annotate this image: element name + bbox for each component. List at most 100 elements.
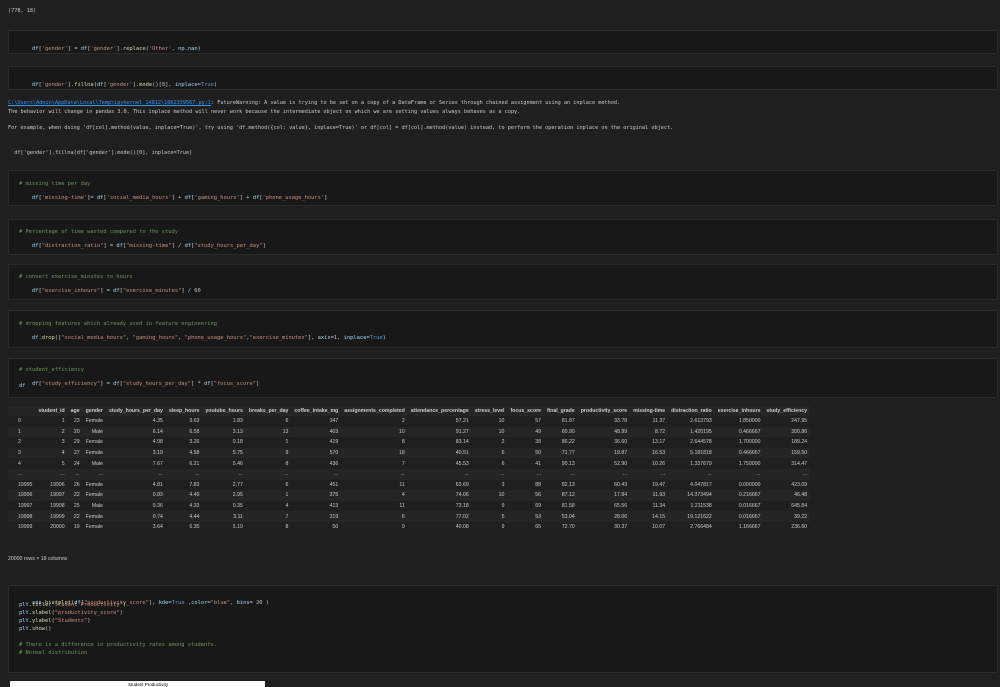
table-row: 19999 20000 19 Female 3.64 6.35 5.19 8 50 9 40.08 9… xyxy=(8,522,810,533)
table-cell: 1 xyxy=(245,490,292,501)
code-cell-gender-fillna[interactable]: df['gender'].fillna(df['gender'].mode()[… xyxy=(8,66,998,90)
table-cell: Female xyxy=(82,511,106,522)
table-cell: 9 xyxy=(245,447,292,459)
table-cell: 6 xyxy=(285,418,289,425)
table-cell: 40.08 xyxy=(455,524,469,531)
comment-missing-time: # missing time per day xyxy=(19,181,91,187)
table-cell: 419 xyxy=(329,439,339,446)
row-index: 4 xyxy=(18,460,21,467)
warning-file-link[interactable]: C:\Users\Admin\AppData\Local\Temp\ipyker… xyxy=(8,100,211,106)
table-cell: 0.466667 xyxy=(714,426,764,438)
table-cell: Female xyxy=(85,418,103,425)
column-header: gender xyxy=(82,406,106,416)
table-cell: 11.37 xyxy=(652,418,666,425)
row-index: 3 xyxy=(8,447,36,459)
table-row: ........................................… xyxy=(8,468,811,480)
table-cell: 65.56 xyxy=(614,503,628,510)
code-cell-drop[interactable]: # dropping features which already used i… xyxy=(8,310,998,348)
table-cell: 6 xyxy=(501,460,505,467)
table-cell: 82.13 xyxy=(561,481,575,488)
table-cell: 0.35 xyxy=(232,503,243,510)
table-row: 19998 19999 22 Female 0.74 4.44 3.11 7 319 6 77.02… xyxy=(8,511,811,522)
table-cell: 300.86 xyxy=(763,426,811,438)
table-cell: 11.93 xyxy=(630,490,669,501)
code-cell-missing-time[interactable]: # missing time per day df['missing-time'… xyxy=(8,170,998,206)
code-plot-line-4: plt.ylabel("Students") xyxy=(19,618,91,624)
table-cell: 19997 xyxy=(35,490,68,501)
table-cell: ... xyxy=(67,468,83,480)
table-cell: 41 xyxy=(535,460,542,467)
table-cell: 13 xyxy=(245,426,292,438)
table-cell: 10.07 xyxy=(652,524,666,531)
comment-exercise: # convert exercise_minutes to hours xyxy=(19,274,133,280)
code-missing-time: df['missing-time']= df['social_media_hou… xyxy=(31,195,328,201)
table-cell: 1.850000 xyxy=(738,418,761,425)
column-header: stress_level xyxy=(471,406,508,416)
table-cell: ... xyxy=(544,468,578,480)
table-cell: 45.53 xyxy=(455,460,469,467)
table-cell: 22 xyxy=(67,490,83,501)
table-cell: 9 xyxy=(501,524,505,531)
table-cell: 375 xyxy=(291,490,342,501)
table-row: 19997 19998 25 Male 9.36 4.33 0.35 4 413 11 73.18 9… xyxy=(8,501,810,512)
table-cell: ... xyxy=(202,468,246,480)
code-drop: df.drop(["social_media_hours", "gaming_h… xyxy=(31,335,386,341)
code-cell-exercise[interactable]: # convert exercise_minutes to hours df["… xyxy=(8,264,998,300)
table-cell: 5.75 xyxy=(202,447,246,459)
table-cell: 60.43 xyxy=(614,481,628,488)
table-cell: 1.420195 xyxy=(668,426,715,438)
table-cell: 30.37 xyxy=(614,524,628,531)
table-cell: 19.121622 xyxy=(668,511,715,522)
code-df-display: df xyxy=(19,383,26,389)
table-cell: 57.21 xyxy=(455,418,469,425)
table-cell: Female xyxy=(82,447,106,459)
code-cell-histplot[interactable]: sns.histplot(df["productivity_score"], k… xyxy=(8,585,998,673)
table-cell: 2 xyxy=(501,439,505,446)
table-cell: 2.77 xyxy=(232,481,243,488)
shape-output: (778, 18) xyxy=(8,8,37,14)
column-header: student_id xyxy=(35,406,68,416)
table-cell: 20 xyxy=(67,426,83,438)
table-cell: 63.69 xyxy=(455,481,469,488)
table-cell: 10 xyxy=(471,426,508,438)
table-cell: ... xyxy=(763,468,811,480)
code-plot-line-2: plt.title("Student Productivity") xyxy=(19,602,127,608)
table-cell: 46.48 xyxy=(763,490,811,501)
table-cell: 19996 xyxy=(50,481,65,488)
table-cell: 8.72 xyxy=(630,426,669,438)
table-cell: 403 xyxy=(291,426,342,438)
table-cell: ... xyxy=(668,468,715,480)
table-cell: 11 xyxy=(399,503,405,510)
row-index: ... xyxy=(8,468,36,480)
column-header: study_efficiency xyxy=(763,406,811,416)
code-exercise: df["exercise_inhours"] = df["exercise_mi… xyxy=(31,288,201,294)
table-cell: 1 xyxy=(285,439,289,446)
table-cell: 6.21 xyxy=(189,460,200,467)
column-header: sleep_hours xyxy=(165,406,203,416)
dataframe-table: student_id age gender study_hours_per_day sl… xyxy=(8,406,811,533)
table-cell: 83.14 xyxy=(455,439,469,446)
code-cell-gender-replace[interactable]: df['gender'] = df['gender'].replace('Oth… xyxy=(8,30,998,54)
table-cell: 40.51 xyxy=(407,447,472,459)
table-cell: 2.644578 xyxy=(690,439,712,446)
row-index: 19995 xyxy=(18,481,33,488)
table-cell: 4 xyxy=(285,503,289,510)
table-cell: 6.58 xyxy=(165,426,203,438)
table-cell: ... xyxy=(714,468,764,480)
table-cell: 28.06 xyxy=(577,511,631,522)
column-header: final_grade xyxy=(544,406,578,416)
table-cell: 3.13 xyxy=(202,426,246,438)
table-cell: 4.98 xyxy=(152,439,163,446)
code-cell-distraction-ratio[interactable]: # Percentage of time wasted compared to … xyxy=(8,219,998,255)
column-header xyxy=(8,406,36,416)
table-cell: 56 xyxy=(507,490,545,501)
table-row: 3 4 27 Female 3.19 4.58 5.75 9 570 18 40.51 6 50 71.7… xyxy=(8,447,811,459)
table-cell: 86.22 xyxy=(561,439,575,446)
code-cell-efficiency[interactable]: # student_efficiency df["study_efficienc… xyxy=(8,358,998,398)
table-cell: 319 xyxy=(291,511,342,522)
table-cell: ... xyxy=(577,468,631,480)
row-index: 19997 xyxy=(18,503,33,510)
row-index: 1 xyxy=(8,426,36,438)
table-cell: 189.24 xyxy=(791,439,808,446)
table-cell: 10 xyxy=(498,418,505,425)
